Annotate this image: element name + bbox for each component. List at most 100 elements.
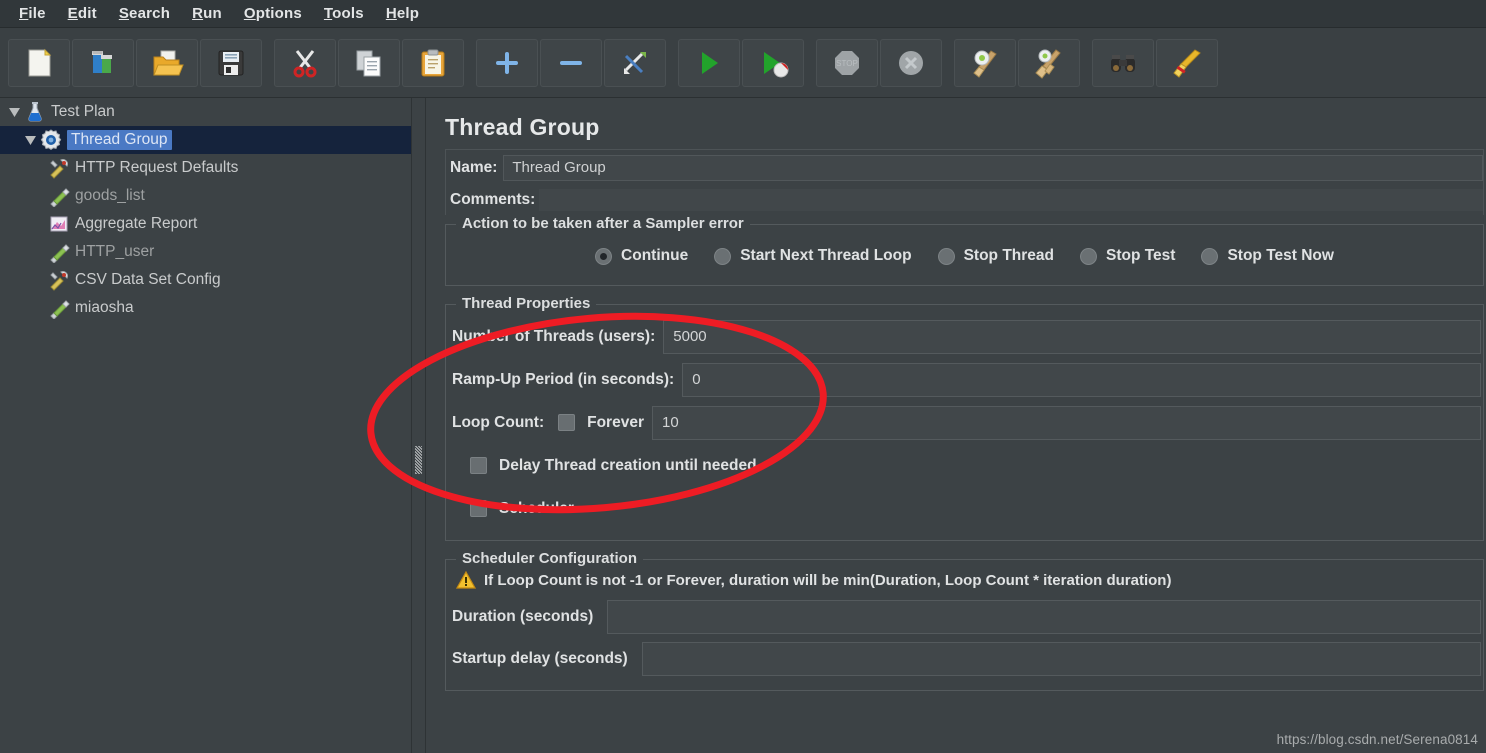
duration-input[interactable]	[607, 600, 1481, 634]
panel-splitter[interactable]	[412, 98, 426, 753]
radio-continue[interactable]: Continue	[595, 247, 688, 265]
cut-button[interactable]	[274, 38, 336, 87]
radio-indicator-icon[interactable]	[595, 247, 613, 265]
paste-button[interactable]	[402, 38, 464, 87]
tree-item-http-user[interactable]: HTTP_user	[0, 238, 411, 266]
toolbar-separator-2	[466, 39, 476, 87]
scheduler-checkbox[interactable]	[470, 500, 487, 517]
name-comments-block: Name: Thread Group Comments:	[445, 149, 1484, 215]
scheduler-configuration-legend: Scheduler Configuration	[456, 550, 644, 567]
menu-help[interactable]: Help	[375, 2, 430, 25]
ramp-up-period-input[interactable]: 0	[682, 362, 1481, 397]
new-document-button[interactable]	[8, 38, 70, 87]
start-play-icon	[702, 51, 718, 74]
radio-stop-thread[interactable]: Stop Thread	[937, 247, 1054, 265]
menu-file[interactable]: File	[8, 2, 57, 25]
tree-item-label: CSV Data Set Config	[75, 271, 221, 288]
radio-indicator-icon[interactable]	[1080, 247, 1097, 265]
templates-icon	[92, 50, 112, 73]
config-wrench-icon	[50, 271, 68, 291]
toggle-button[interactable]	[604, 38, 666, 87]
tree-item-test-plan[interactable]: Test Plan	[0, 98, 411, 126]
start-button[interactable]	[678, 38, 740, 87]
start-no-pauses-button[interactable]	[742, 38, 804, 87]
menu-search[interactable]: Search	[108, 2, 181, 25]
scheduler-warning-row: If Loop Count is not -1 or Forever, dura…	[446, 568, 1483, 596]
scheduler-row[interactable]: Scheduler	[446, 487, 1483, 530]
radio-indicator-icon[interactable]	[714, 247, 732, 265]
tree-item-aggregate-report[interactable]: Aggregate Report	[0, 210, 411, 238]
collapse-all-button[interactable]	[540, 38, 602, 87]
expand-all-button[interactable]	[476, 38, 538, 87]
save-button[interactable]	[200, 38, 262, 87]
sampler-pen-icon	[50, 300, 70, 319]
tree-item-csv-data-set-config[interactable]: CSV Data Set Config	[0, 266, 411, 294]
tree-item-label: miaosha	[75, 299, 134, 316]
tree-item-thread-group[interactable]: Thread Group	[0, 126, 411, 154]
startup-delay-row: Startup delay (seconds)	[446, 638, 1483, 680]
menu-tools[interactable]: Tools	[313, 2, 375, 25]
loop-count-input[interactable]: 10	[651, 405, 1481, 440]
listener-chart-icon	[50, 216, 68, 232]
shutdown-circle-icon	[899, 50, 923, 75]
search-binoculars-icon	[1111, 54, 1135, 72]
thread-group-config-panel: Thread Group Name: Thread Group Comments…	[427, 98, 1486, 753]
test-plan-tree[interactable]: Test Plan Thread Group HTTP Request Defa…	[0, 98, 412, 753]
tree-item-http-request-defaults[interactable]: HTTP Request Defaults	[0, 154, 411, 182]
radio-indicator-icon[interactable]	[937, 247, 955, 265]
splitter-grip-icon[interactable]	[415, 446, 422, 474]
startup-delay-label: Startup delay (seconds)	[452, 650, 628, 667]
menu-options[interactable]: Options	[233, 2, 313, 25]
radio-stop-test-now[interactable]: Stop Test Now	[1201, 247, 1334, 265]
sampler-pen-icon	[50, 188, 70, 207]
delay-thread-creation-row[interactable]: Delay Thread creation until needed	[446, 444, 1483, 487]
search-button[interactable]	[1092, 38, 1154, 87]
radio-indicator-icon[interactable]	[1201, 247, 1219, 265]
menu-run[interactable]: Run	[181, 2, 233, 25]
clear-all-button[interactable]	[1018, 38, 1080, 87]
menu-edit[interactable]: Edit	[57, 2, 108, 25]
open-button[interactable]	[136, 38, 198, 87]
tree-item-goods-list[interactable]: goods_list	[0, 182, 411, 210]
name-row: Name: Thread Group	[446, 150, 1483, 185]
stop-button[interactable]: STOP	[816, 38, 878, 87]
thread-group-gear-icon	[40, 129, 62, 151]
templates-button[interactable]	[72, 38, 134, 87]
reset-search-button[interactable]	[1156, 38, 1218, 87]
toggle-enable-icon	[624, 51, 646, 74]
duration-label: Duration (seconds)	[452, 608, 594, 625]
test-plan-flask-icon	[28, 102, 42, 122]
toolbar-separator-1	[264, 39, 274, 87]
radio-start-next-thread-loop[interactable]: Start Next Thread Loop	[714, 247, 912, 265]
number-of-threads-label: Number of Threads (users):	[452, 327, 656, 345]
shutdown-button[interactable]	[880, 38, 942, 87]
clear-button[interactable]	[954, 38, 1016, 87]
forever-label: Forever	[587, 413, 644, 431]
forever-checkbox[interactable]	[558, 414, 576, 431]
config-wrench-icon	[50, 159, 68, 179]
expand-toggle-icon[interactable]	[20, 126, 40, 154]
clear-broom-gear-icon	[973, 49, 997, 78]
startup-delay-input[interactable]	[641, 642, 1481, 676]
sampler-error-legend: Action to be taken after a Sampler error	[456, 215, 750, 232]
paste-clipboard-icon	[421, 49, 445, 76]
new-document-icon	[28, 48, 52, 76]
tree-item-label: Aggregate Report	[75, 215, 198, 232]
scheduler-label: Scheduler	[499, 499, 574, 517]
expand-toggle-icon[interactable]	[4, 98, 24, 126]
number-of-threads-input[interactable]: 5000	[663, 319, 1481, 354]
svg-text:STOP: STOP	[836, 59, 858, 68]
delay-thread-creation-checkbox[interactable]	[470, 457, 487, 474]
tree-item-miaosha[interactable]: miaosha	[0, 294, 411, 322]
comments-input[interactable]	[539, 189, 1483, 211]
open-folder-icon	[153, 50, 184, 75]
warning-triangle-icon	[456, 570, 476, 589]
name-input[interactable]: Thread Group	[503, 154, 1483, 181]
thread-properties-legend: Thread Properties	[456, 295, 597, 312]
scheduler-warning-text: If Loop Count is not -1 or Forever, dura…	[484, 571, 1172, 589]
expand-plus-icon	[496, 51, 518, 74]
duration-row: Duration (seconds)	[446, 596, 1483, 638]
radio-stop-test[interactable]: Stop Test	[1080, 247, 1175, 265]
stop-octagon-icon: STOP	[835, 50, 859, 75]
copy-button[interactable]	[338, 38, 400, 87]
